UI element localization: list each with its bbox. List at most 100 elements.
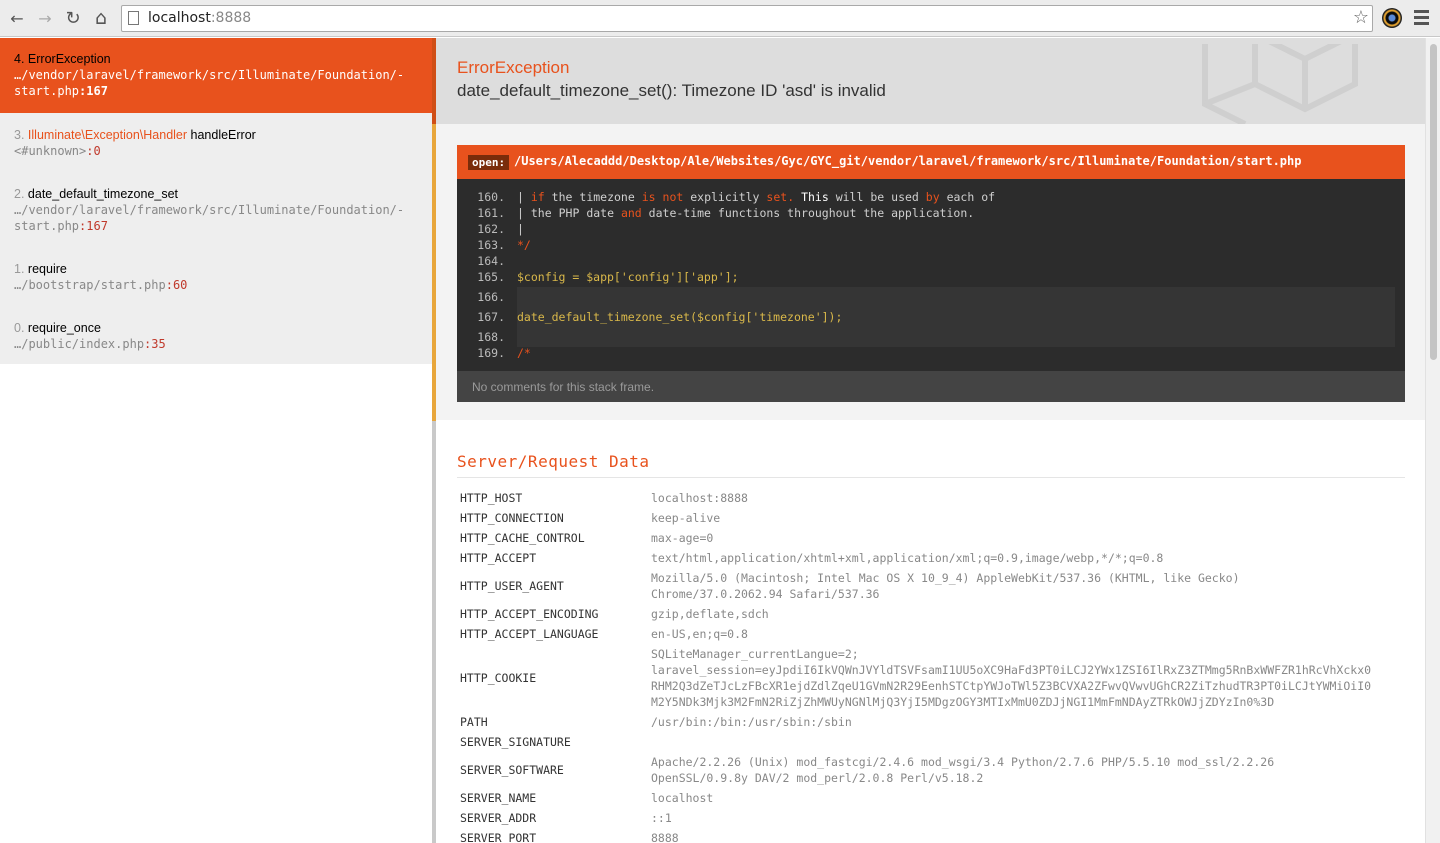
frame-method: date_default_timezone_set xyxy=(27,187,179,201)
code-line: 169. /* xyxy=(457,345,1405,361)
line-number: 160. xyxy=(477,190,505,204)
forward-arrow-icon[interactable]: → xyxy=(34,7,56,29)
server-data-value: gzip,deflate,sdch xyxy=(651,607,769,621)
line-source: $config = $app['config']['app']; xyxy=(517,270,739,284)
extension-icon[interactable] xyxy=(1382,8,1402,28)
stack-frames-list: 4. ErrorException …/vendor/laravel/framew… xyxy=(0,38,432,364)
line-source xyxy=(517,327,1395,347)
line-number: 162. xyxy=(477,222,505,236)
server-data-key: SERVER_ADDR xyxy=(460,811,537,825)
code-block: 160. | if the timezone is not explicitly … xyxy=(457,179,1405,371)
server-data-value: en-US,en;q=0.8 xyxy=(651,627,748,641)
server-data-key: HTTP_HOST xyxy=(460,491,523,505)
code-line: 163. */ xyxy=(457,237,1405,253)
frame-file-cont: start.php xyxy=(14,84,80,98)
line-number: 165. xyxy=(477,270,505,284)
line-number: 164. xyxy=(477,254,505,268)
server-request-data-section: Server/Request Data HTTP_HOST localhost:8… xyxy=(436,420,1425,843)
back-arrow-icon[interactable]: ← xyxy=(6,7,28,29)
line-number: 166. xyxy=(477,290,505,304)
scrollbar-thumb[interactable] xyxy=(1430,44,1437,360)
frame-line: :0 xyxy=(86,144,101,158)
line-source: | if the timezone is not explicitly set.… xyxy=(517,190,996,204)
section-divider xyxy=(457,477,1405,478)
line-number: 168. xyxy=(477,330,505,344)
server-data-value: text/html,application/xhtml+xml,applicat… xyxy=(651,551,1164,565)
server-data-row: HTTP_CACHE_CONTROL max-age=0 xyxy=(460,530,1405,550)
address-bar[interactable]: localhost:8888 ☆ xyxy=(121,5,1373,32)
server-data-value: Apache/2.2.26 (Unix) mod_fastcgi/2.4.6 m… xyxy=(651,755,1275,785)
browser-menu-icon[interactable] xyxy=(1414,10,1429,25)
code-line: 165. $config = $app['config']['app']; xyxy=(457,269,1405,285)
frame-index: 3. xyxy=(14,128,25,142)
frame-file: …/vendor/laravel/framework/src/Illuminat… xyxy=(14,68,405,82)
line-number: 167. xyxy=(477,310,505,324)
stack-frame-item[interactable]: 1. require …/bootstrap/start.php:60 xyxy=(0,247,432,306)
stack-frame-item[interactable]: 4. ErrorException …/vendor/laravel/framew… xyxy=(0,38,432,113)
open-file-button[interactable]: open: xyxy=(468,155,510,170)
frame-file: …/bootstrap/start.php xyxy=(14,278,166,292)
code-line: 168. xyxy=(457,327,1405,347)
server-data-row: HTTP_HOST localhost:8888 xyxy=(460,490,1405,510)
server-data-value: max-age=0 xyxy=(651,531,714,545)
code-snippet-area: open: /Users/Alecaddd/Desktop/Ale/Websit… xyxy=(436,124,1425,420)
frame-line: :167 xyxy=(79,84,108,98)
frame-method: ErrorException xyxy=(27,52,111,66)
page-scrollbar[interactable] xyxy=(1425,38,1440,843)
frame-index: 0. xyxy=(14,321,25,335)
line-number: 161. xyxy=(477,206,505,220)
frame-index: 4. xyxy=(14,52,25,66)
server-data-key: HTTP_ACCEPT xyxy=(460,551,537,565)
frame-comments: No comments for this stack frame. xyxy=(457,371,1405,402)
home-icon[interactable]: ⌂ xyxy=(90,7,112,29)
address-url[interactable]: localhost:8888 xyxy=(148,10,251,26)
line-source: | the PHP date and date-time functions t… xyxy=(517,206,975,220)
server-data-row: SERVER_PORT 8888 xyxy=(460,830,1405,843)
url-host: localhost xyxy=(148,10,211,26)
section-title: Server/Request Data xyxy=(457,452,650,471)
stack-frame-item[interactable]: 3. Illuminate\Exception\Handler handleEr… xyxy=(0,113,432,172)
reload-icon[interactable]: ↻ xyxy=(62,7,84,29)
stack-frames-panel: 4. ErrorException …/vendor/laravel/framew… xyxy=(0,38,432,843)
server-data-row: HTTP_ACCEPT_ENCODING gzip,deflate,sdch xyxy=(460,606,1405,626)
server-data-key: SERVER_SOFTWARE xyxy=(460,763,564,777)
server-data-key: HTTP_CONNECTION xyxy=(460,511,564,525)
page-icon xyxy=(128,11,139,25)
line-source: date_default_timezone_set($config['timez… xyxy=(517,307,1395,327)
server-data-key: HTTP_ACCEPT_LANGUAGE xyxy=(460,627,599,641)
line-number: 163. xyxy=(477,238,505,252)
frame-details-panel: ErrorException date_default_timezone_set… xyxy=(436,38,1425,843)
stack-frame-item[interactable]: 2. date_default_timezone_set …/vendor/lar… xyxy=(0,172,432,247)
server-data-key: SERVER_NAME xyxy=(460,791,537,805)
server-data-value: localhost:8888 xyxy=(651,491,748,505)
frame-file-cont: start.php xyxy=(14,219,80,233)
exception-class: ErrorException xyxy=(457,58,570,77)
laravel-logo-watermark xyxy=(1202,44,1358,124)
server-data-row: SERVER_NAME localhost xyxy=(460,790,1405,810)
server-data-value: /usr/bin:/bin:/usr/sbin:/sbin xyxy=(651,715,852,729)
frame-file: …/vendor/laravel/framework/src/Illuminat… xyxy=(14,203,405,217)
server-data-row: HTTP_CONNECTION keep-alive xyxy=(460,510,1405,530)
line-source: /* xyxy=(517,346,531,360)
frame-line: :167 xyxy=(79,219,108,233)
frame-file: <#unknown> xyxy=(14,144,87,158)
frame-method: handleError xyxy=(187,128,256,142)
browser-toolbar: ← → ↻ ⌂ localhost:8888 ☆ xyxy=(0,0,1440,37)
server-data-table: HTTP_HOST localhost:8888 HTTP_CONNECTION ke… xyxy=(460,490,1405,843)
frame-method: require_once xyxy=(27,321,101,335)
server-data-value: Mozilla/5.0 (Macintosh; Intel Mac OS X 1… xyxy=(651,571,1240,601)
line-source xyxy=(517,287,1395,307)
bookmark-star-icon[interactable]: ☆ xyxy=(1353,7,1369,28)
stack-frame-item[interactable]: 0. require_once …/public/index.php:35 xyxy=(0,306,432,364)
exception-header: ErrorException date_default_timezone_set… xyxy=(436,38,1425,124)
server-data-row: SERVER_SIGNATURE xyxy=(460,734,1405,754)
server-data-row: HTTP_COOKIE SQLiteManager_currentLangue=2… xyxy=(460,646,1405,714)
server-data-row: SERVER_SOFTWARE Apache/2.2.26 (Unix) mod_… xyxy=(460,754,1405,790)
frame-method: require xyxy=(27,262,67,276)
code-line: 166. xyxy=(457,287,1405,307)
server-data-key: HTTP_COOKIE xyxy=(460,671,537,685)
frame-line: :35 xyxy=(144,337,166,351)
server-data-row: HTTP_ACCEPT_LANGUAGE en-US,en;q=0.8 xyxy=(460,626,1405,646)
code-line: 162. | xyxy=(457,221,1405,237)
server-data-key: HTTP_ACCEPT_ENCODING xyxy=(460,607,599,621)
